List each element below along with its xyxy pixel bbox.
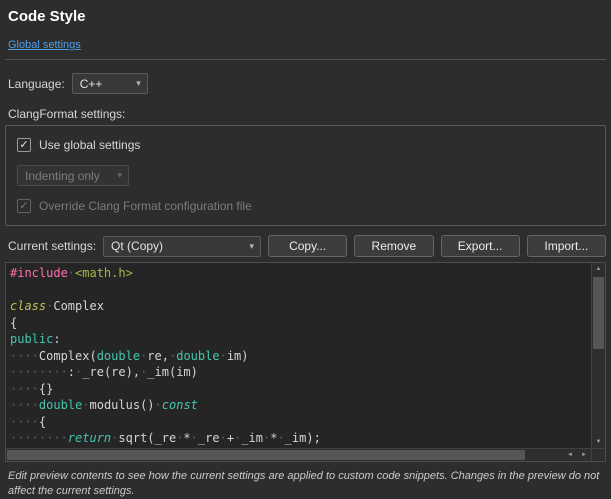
checkbox-checked-icon: ✓	[17, 199, 31, 213]
vertical-scrollbar[interactable]: ▲ ▼	[591, 263, 605, 448]
vertical-scrollbar-track[interactable]	[592, 275, 605, 436]
vertical-scrollbar-thumb[interactable]	[593, 277, 604, 349]
code-token[interactable]: ········	[10, 431, 68, 445]
language-combo[interactable]: C++ ▾	[72, 73, 148, 94]
horizontal-scrollbar-thumb[interactable]	[7, 450, 525, 460]
code-lines[interactable]: #include·<math.h> class·Complex{public:·…	[6, 263, 591, 448]
clangformat-settings-label: ClangFormat settings:	[8, 107, 606, 121]
code-token[interactable]: const	[162, 398, 198, 412]
override-clang-format-checkbox: ✓ Override Clang Format configuration fi…	[17, 199, 594, 213]
code-line[interactable]: ····{}	[10, 381, 591, 398]
code-token[interactable]: +	[227, 431, 234, 445]
code-token[interactable]: _re(re),	[82, 365, 140, 379]
code-token[interactable]: re,	[147, 349, 169, 363]
horizontal-scrollbar-track[interactable]	[6, 449, 563, 461]
code-token[interactable]: class	[10, 299, 46, 313]
code-line[interactable]: ····{	[10, 414, 591, 431]
code-token[interactable]: Complex	[53, 299, 104, 313]
current-settings-value: Qt (Copy)	[111, 239, 163, 253]
indenting-mode-combo: Indenting only ▾	[17, 165, 129, 186]
language-combo-value: C++	[80, 77, 103, 91]
code-token[interactable]: {	[10, 316, 17, 330]
code-token[interactable]: ·	[155, 398, 162, 412]
separator	[5, 59, 606, 60]
code-token[interactable]: _im(im)	[147, 365, 198, 379]
clangformat-groupbox: ✓ Use global settings Indenting only ▾ ✓…	[5, 125, 606, 226]
chevron-down-icon: ▾	[136, 79, 141, 88]
remove-button[interactable]: Remove	[354, 235, 433, 257]
current-settings-combo[interactable]: Qt (Copy) ▾	[103, 236, 261, 257]
global-settings-row: Global settings	[8, 35, 606, 53]
code-line[interactable]: class·Complex	[10, 298, 591, 315]
code-token[interactable]: ·	[220, 431, 227, 445]
code-token[interactable]: {	[39, 415, 46, 429]
code-style-panel: Code Style Global settings Language: C++…	[0, 0, 611, 499]
scroll-down-icon[interactable]: ▼	[592, 436, 605, 448]
code-token[interactable]: Complex(	[39, 349, 97, 363]
chevron-down-icon: ▾	[117, 171, 122, 180]
use-global-settings-label: Use global settings	[39, 138, 140, 152]
footer-note: Edit preview contents to see how the cur…	[8, 469, 603, 499]
code-line[interactable]	[10, 282, 591, 299]
code-token[interactable]: sqrt(_re	[118, 431, 176, 445]
indenting-mode-value: Indenting only	[25, 169, 100, 183]
code-token[interactable]: <math.h>	[75, 266, 133, 280]
code-token[interactable]: double	[39, 398, 82, 412]
code-line[interactable]: public:	[10, 331, 591, 348]
code-line[interactable]: ····Complex(double·re,·double·im)	[10, 348, 591, 365]
code-token[interactable]: ·	[220, 349, 227, 363]
scrollbar-corner	[591, 448, 605, 461]
current-settings-label: Current settings:	[8, 239, 96, 253]
code-line[interactable]: {	[10, 315, 591, 332]
code-token[interactable]: im)	[227, 349, 249, 363]
code-token[interactable]: :	[68, 365, 75, 379]
code-token[interactable]: ····	[10, 415, 39, 429]
scroll-right-icon[interactable]: ►	[577, 449, 591, 461]
code-token[interactable]: ·	[68, 266, 75, 280]
horizontal-scrollbar[interactable]: ◄ ►	[6, 448, 591, 461]
code-line[interactable]: ····double·modulus()·const	[10, 397, 591, 414]
current-settings-row: Current settings: Qt (Copy) ▾ Copy... Re…	[8, 235, 606, 257]
code-token[interactable]: *	[183, 431, 190, 445]
code-token[interactable]: return	[68, 431, 111, 445]
code-token[interactable]: ·	[191, 431, 198, 445]
page-title: Code Style	[8, 8, 606, 25]
language-row: Language: C++ ▾	[8, 73, 606, 94]
use-global-settings-checkbox[interactable]: ✓ Use global settings	[17, 138, 594, 152]
import-button[interactable]: Import...	[527, 235, 606, 257]
code-token[interactable]: {}	[39, 382, 53, 396]
override-clang-format-label: Override Clang Format configuration file	[39, 199, 252, 213]
language-label: Language:	[8, 77, 65, 91]
code-token[interactable]: ········	[10, 365, 68, 379]
code-token[interactable]: ·	[82, 398, 89, 412]
code-token[interactable]: ·	[277, 431, 284, 445]
chevron-down-icon: ▾	[250, 242, 255, 251]
code-token[interactable]: ····	[10, 349, 39, 363]
code-line[interactable]: ········:·_re(re),·_im(im)	[10, 364, 591, 381]
code-token[interactable]: ····	[10, 398, 39, 412]
code-token[interactable]: double	[176, 349, 219, 363]
code-token[interactable]: _im);	[285, 431, 321, 445]
code-token[interactable]: public	[10, 332, 53, 346]
scroll-up-icon[interactable]: ▲	[592, 263, 605, 275]
code-token[interactable]: _im	[241, 431, 263, 445]
code-token[interactable]: ····	[10, 382, 39, 396]
code-line[interactable]: ········return·sqrt(_re·*·_re·+·_im·*·_i…	[10, 430, 591, 447]
code-token[interactable]: :	[53, 332, 60, 346]
code-token[interactable]: double	[97, 349, 140, 363]
scroll-left-icon[interactable]: ◄	[563, 449, 577, 461]
code-token[interactable]: _re	[198, 431, 220, 445]
export-button[interactable]: Export...	[441, 235, 520, 257]
code-preview-editor[interactable]: #include·<math.h> class·Complex{public:·…	[5, 262, 606, 462]
code-line[interactable]: #include·<math.h>	[10, 265, 591, 282]
checkbox-checked-icon: ✓	[17, 138, 31, 152]
global-settings-link[interactable]: Global settings	[8, 39, 81, 51]
copy-button[interactable]: Copy...	[268, 235, 347, 257]
code-token[interactable]: #include	[10, 266, 68, 280]
code-token[interactable]: modulus()	[90, 398, 155, 412]
